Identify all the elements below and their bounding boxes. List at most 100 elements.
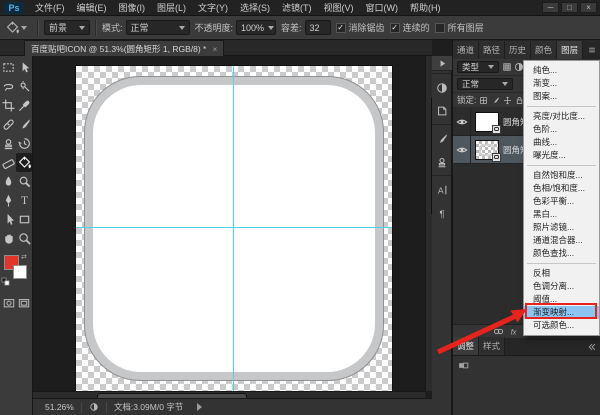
panel-tab-颜色[interactable]: 颜色 (531, 41, 558, 59)
layer-thumbnail[interactable] (475, 139, 501, 162)
menubar-item[interactable]: 滤镜(T) (276, 0, 318, 16)
adjustments-panel-icon[interactable] (432, 76, 452, 99)
adjustment-menu-item[interactable]: 照片滤镜... (524, 221, 599, 234)
adjustment-menu-item[interactable]: 亮度/对比度... (524, 110, 599, 123)
move-tool[interactable] (16, 58, 32, 77)
clone-stamp-tool[interactable] (0, 134, 16, 153)
document-tab[interactable]: 百度贴吧ICON @ 51.3%(圆角矩形 1, RGB/8) * × (24, 40, 225, 56)
lock-position-icon[interactable] (503, 96, 512, 105)
link-icon[interactable] (493, 326, 504, 337)
menubar-item[interactable]: 图像(I) (113, 0, 152, 16)
mode-dropdown[interactable]: 正常 (125, 20, 190, 35)
background-color-swatch[interactable] (13, 265, 27, 279)
zoom-tool[interactable] (16, 229, 32, 248)
adjustment-menu-item[interactable]: 黑白... (524, 208, 599, 221)
status-menu-arrow-icon[interactable] (197, 403, 203, 411)
adjustment-menu-item[interactable]: 色彩平衡... (524, 195, 599, 208)
eraser-tool[interactable] (0, 153, 16, 172)
menubar-item[interactable]: 选择(S) (234, 0, 276, 16)
adjustment-menu-item[interactable]: 颜色查找... (524, 247, 599, 260)
maximize-button[interactable]: □ (561, 2, 578, 13)
minimize-button[interactable]: ─ (542, 2, 559, 13)
adjustment-menu-item[interactable]: 渐变... (524, 77, 599, 90)
layer-visibility-eye-icon[interactable] (453, 136, 471, 163)
rectangle-tool[interactable] (16, 210, 32, 229)
adjustment-menu-item[interactable]: 曝光度... (524, 149, 599, 162)
crop-tool[interactable] (0, 96, 16, 115)
adjustment-menu-item[interactable]: 通道混合器... (524, 234, 599, 247)
lock-pixels-icon[interactable] (491, 96, 500, 105)
vertical-guide[interactable] (233, 66, 234, 391)
消除锯齿-checkbox[interactable]: ✓ (335, 22, 346, 33)
history-brush-tool[interactable] (16, 134, 32, 153)
panel-tab-图层[interactable]: 图层 (557, 41, 584, 59)
adjustment-menu-item[interactable]: 自然饱和度... (524, 169, 599, 182)
path-selection-tool[interactable] (0, 210, 16, 229)
hand-tool[interactable] (0, 229, 16, 248)
default-colors-icon[interactable] (1, 277, 10, 286)
screen-mode-icon[interactable] (18, 297, 30, 309)
连续的-checkbox[interactable]: ✓ (389, 22, 400, 33)
adjustment-menu-item[interactable]: 曲线... (524, 136, 599, 149)
close-button[interactable]: × (580, 2, 597, 13)
paint-bucket-tool[interactable] (16, 153, 32, 172)
zoom-level-field[interactable]: 51.26% (45, 402, 74, 412)
quick-mask-icon[interactable] (3, 297, 15, 309)
adjustment-menu-item[interactable]: 色相/饱和度... (524, 182, 599, 195)
panel-tab-通道[interactable]: 通道 (453, 41, 480, 59)
menubar-item[interactable]: 编辑(E) (71, 0, 113, 16)
menubar-item[interactable]: 图层(L) (151, 0, 192, 16)
menubar-item[interactable]: 文件(F) (29, 0, 71, 16)
paragraph-panel-icon[interactable]: ¶ (432, 201, 452, 224)
layer-filter-dropdown[interactable]: 类型 (457, 61, 499, 73)
brush-tool[interactable] (16, 115, 32, 134)
menubar-item[interactable]: 帮助(H) (404, 0, 447, 16)
eyedropper-tool[interactable] (16, 96, 32, 115)
dodge-tool[interactable] (16, 172, 32, 191)
menubar-item[interactable]: 视图(V) (318, 0, 360, 16)
adjustment-menu-item[interactable]: 渐变映射... (524, 306, 599, 319)
adjustment-menu-item[interactable]: 纯色... (524, 64, 599, 77)
quick-selection-tool[interactable] (16, 77, 32, 96)
fx-icon[interactable]: fx (508, 326, 519, 337)
adjustment-preset-icon[interactable] (458, 360, 469, 371)
fill-source-dropdown[interactable]: 前景 (44, 20, 90, 35)
layer-visibility-eye-icon[interactable] (453, 108, 471, 135)
expand-panels-button[interactable] (432, 56, 452, 71)
collapse-panels-icon[interactable] (582, 342, 600, 352)
horizontal-guide[interactable] (76, 227, 392, 228)
blend-mode-dropdown[interactable]: 正常 (457, 78, 513, 90)
adjustment-menu-item[interactable]: 图案... (524, 90, 599, 103)
menubar-item[interactable]: 窗口(W) (360, 0, 405, 16)
blur-tool[interactable] (0, 172, 16, 191)
filter-pixel-icon[interactable] (502, 62, 512, 72)
close-tab-icon[interactable]: × (212, 44, 217, 54)
opacity-dropdown[interactable]: 100% (236, 20, 277, 35)
clone-source-panel-icon[interactable] (432, 150, 452, 173)
所有图层-checkbox[interactable] (434, 22, 445, 33)
horizontal-scrollbar[interactable] (33, 391, 425, 413)
character-panel-icon[interactable]: A (432, 178, 452, 201)
adjustment-menu-item[interactable]: 色调分离... (524, 280, 599, 293)
adjustment-menu-item[interactable]: 色阶... (524, 123, 599, 136)
canvas-area[interactable] (33, 56, 455, 413)
panel-menu-icon[interactable] (583, 45, 600, 55)
type-tool[interactable]: T (16, 191, 32, 210)
tool-preset-picker[interactable] (6, 21, 27, 34)
panel-tab-路径[interactable]: 路径 (479, 41, 506, 59)
tolerance-input[interactable]: 32 (304, 20, 331, 35)
menubar-item[interactable]: 文字(Y) (192, 0, 234, 16)
panel-tab-样式[interactable]: 样式 (479, 337, 506, 355)
layer-thumbnail[interactable] (475, 111, 501, 134)
document-canvas[interactable] (76, 66, 392, 391)
pen-tool[interactable] (0, 191, 16, 210)
brush-panel-icon[interactable] (432, 127, 452, 150)
swap-colors-icon[interactable]: ⇄ (21, 253, 27, 261)
lasso-tool[interactable] (0, 77, 16, 96)
adjustment-menu-item[interactable]: 阈值... (524, 293, 599, 306)
rectangular-marquee-tool[interactable] (0, 58, 16, 77)
styles-panel-icon[interactable] (432, 99, 452, 122)
spot-healing-brush-tool[interactable] (0, 115, 16, 134)
panel-tab-调整[interactable]: 调整 (453, 337, 480, 355)
vertical-scrollbar[interactable] (425, 56, 455, 391)
